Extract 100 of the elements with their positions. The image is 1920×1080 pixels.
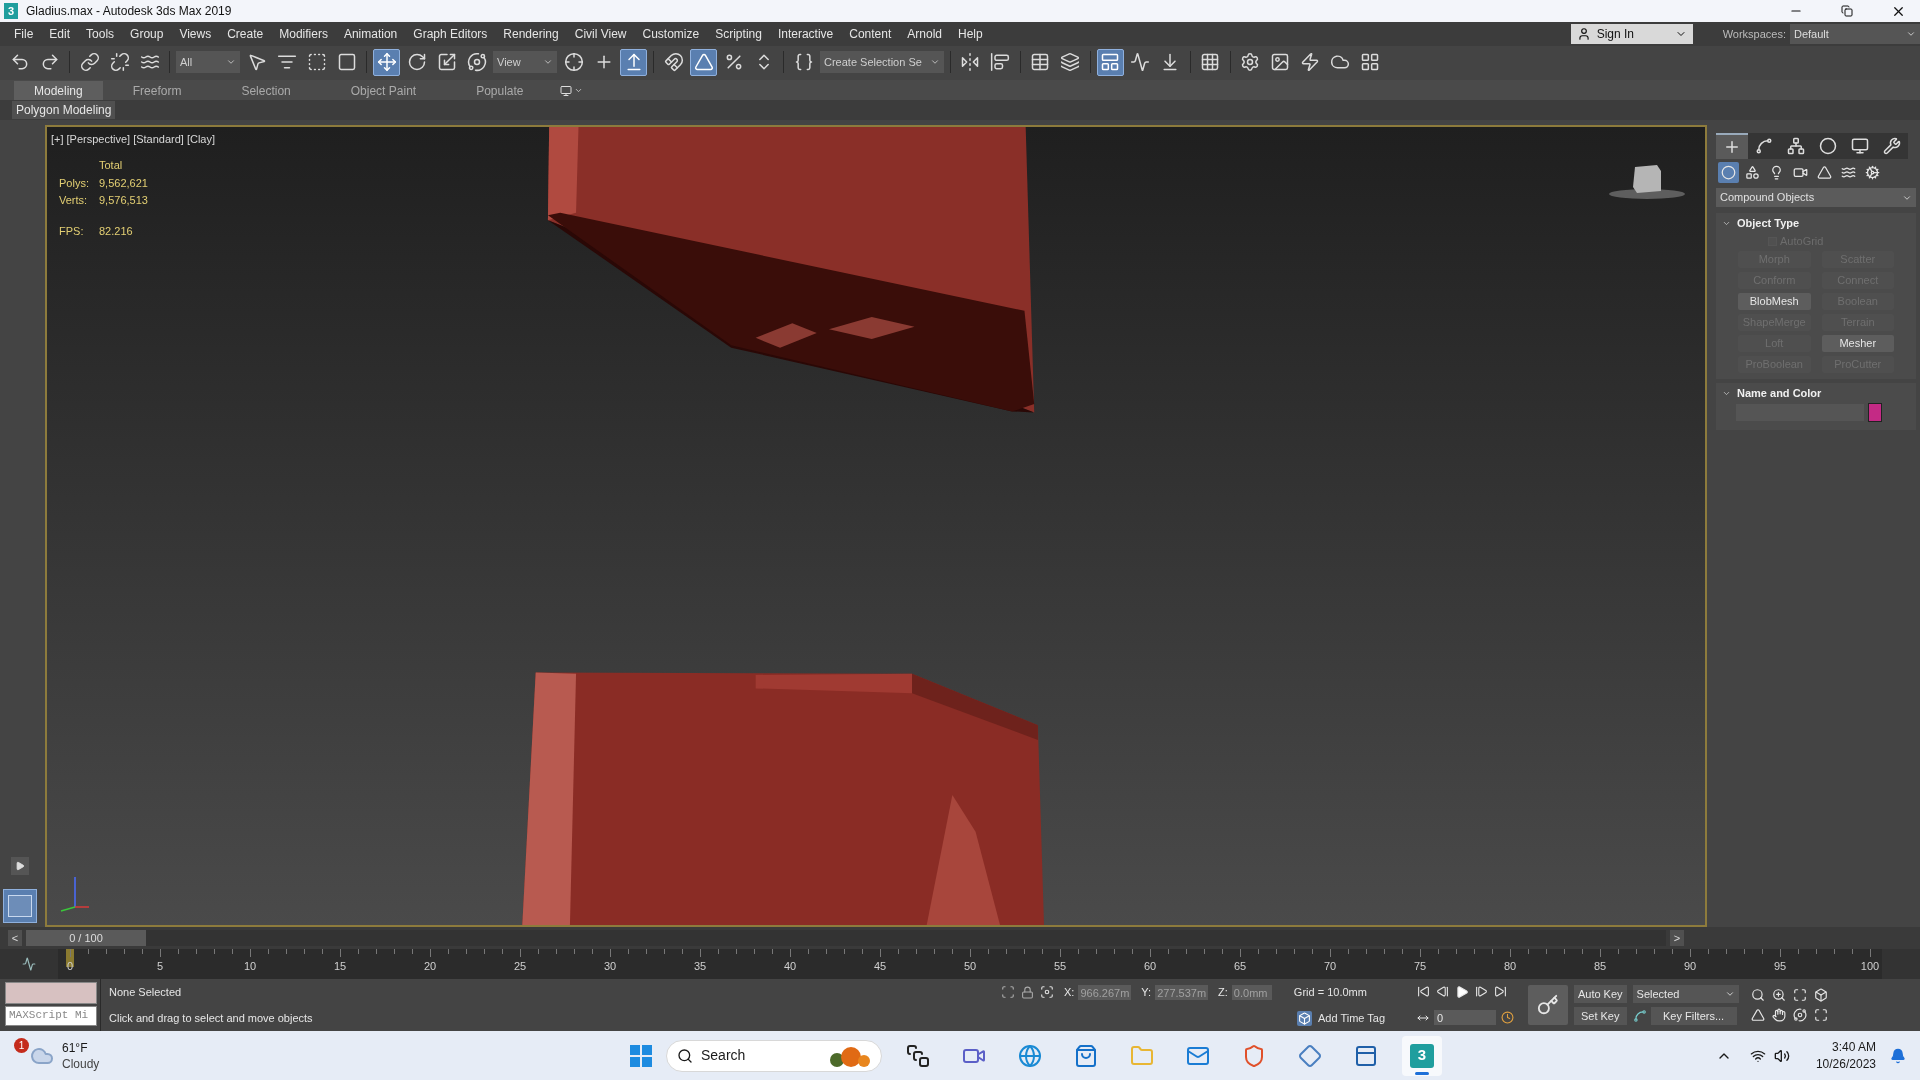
menu-item[interactable]: Arnold: [899, 25, 950, 43]
set-key-big-button[interactable]: [1527, 985, 1568, 1025]
viewport-label[interactable]: [Perspective]: [66, 131, 131, 148]
rotate-icon: [406, 52, 427, 72]
time-slider-thumb[interactable]: 0 / 100: [26, 930, 146, 946]
sign-in-button[interactable]: Sign In: [1570, 24, 1693, 44]
ribbon-tab[interactable]: Populate: [446, 81, 554, 100]
stat-label: Polys:: [59, 175, 90, 191]
go-to-end-icon[interactable]: [1493, 985, 1507, 999]
object-type-button[interactable]: Mesher: [1821, 335, 1894, 352]
menu-item[interactable]: Help: [949, 25, 991, 43]
taskbar-app[interactable]: 3: [1402, 1035, 1442, 1076]
cogs-icon: [1865, 165, 1880, 180]
pan-icon[interactable]: [1771, 1008, 1786, 1022]
viewport-label[interactable]: [+]: [51, 131, 64, 148]
menu-item[interactable]: Customize: [634, 25, 708, 43]
set-key-button[interactable]: Set Key: [1573, 1007, 1627, 1025]
zoom-icon[interactable]: [1750, 988, 1765, 1002]
menu-item[interactable]: Tools: [78, 25, 123, 43]
toolbar-button[interactable]: [373, 48, 400, 76]
toolbar-dropdown[interactable]: View: [493, 51, 557, 73]
settings-icon: [1240, 52, 1261, 72]
previous-frame-button[interactable]: <: [8, 930, 22, 946]
menu-item[interactable]: Content: [841, 25, 900, 43]
menu-item[interactable]: Interactive: [769, 25, 842, 43]
auto-key-button[interactable]: Auto Key: [1573, 985, 1627, 1003]
key-mode-dropdown[interactable]: Selected: [1632, 985, 1739, 1003]
search-box[interactable]: Search: [666, 1039, 882, 1072]
maximize-viewport-icon[interactable]: [1813, 1008, 1828, 1022]
coord-label: Y:: [1141, 984, 1152, 1000]
shield-icon: [1242, 1043, 1266, 1068]
color-swatch[interactable]: [1868, 403, 1882, 422]
time-config-icon[interactable]: [1500, 1011, 1514, 1025]
listener-field[interactable]: [5, 982, 97, 1004]
menu-item[interactable]: Group: [122, 25, 172, 43]
toolbar-button[interactable]: [1096, 48, 1124, 76]
frame-field[interactable]: 0: [1433, 1010, 1496, 1026]
menu-item[interactable]: Scripting: [707, 25, 770, 43]
window-icon: [1354, 1043, 1378, 1068]
key-filters-button[interactable]: Key Filters...: [1650, 1007, 1737, 1025]
toolbar-dropdown[interactable]: All: [176, 51, 240, 73]
go-to-start-icon[interactable]: [1416, 985, 1430, 999]
windows-start-icon[interactable]: [630, 1044, 652, 1067]
table-icon: [1030, 52, 1051, 72]
ribbon-options-icon[interactable]: [559, 84, 572, 97]
toolbar-dropdown[interactable]: Create Selection Se: [820, 51, 944, 73]
viewport-label[interactable]: [Standard]: [133, 131, 184, 148]
menu-item[interactable]: File: [6, 25, 42, 43]
caret-icon: [1724, 989, 1735, 999]
menu-item[interactable]: Modifiers: [271, 25, 336, 43]
object-type-button[interactable]: BlobMesh: [1738, 293, 1811, 310]
next-frame-icon[interactable]: [1474, 985, 1488, 999]
expand-button[interactable]: [11, 857, 29, 875]
curve-editor-icon[interactable]: [22, 957, 36, 971]
ribbon-tab[interactable]: Selection: [211, 81, 321, 100]
list-icon: [276, 52, 297, 72]
toolbar-button[interactable]: [690, 48, 717, 76]
next-frame-button[interactable]: >: [1670, 930, 1684, 946]
link-icon: [79, 52, 100, 72]
viewport-layout-button[interactable]: [3, 889, 37, 923]
restore-icon[interactable]: [1841, 5, 1853, 17]
curve-icon: [1755, 137, 1773, 155]
volume-icon[interactable]: [1773, 1047, 1790, 1064]
tick-label: 55: [1053, 959, 1067, 973]
isolate-icon[interactable]: [1001, 985, 1015, 999]
menu-item[interactable]: Civil View: [566, 25, 635, 43]
menu-item[interactable]: Views: [171, 25, 220, 43]
command-tab[interactable]: [1876, 133, 1908, 159]
caret-icon: [929, 57, 940, 67]
category-button[interactable]: [1718, 162, 1739, 183]
ribbon-panel-tab[interactable]: Polygon Modeling: [12, 101, 116, 119]
previous-frame-icon[interactable]: [1435, 985, 1449, 999]
menu-item[interactable]: Rendering: [495, 25, 567, 43]
command-tab[interactable]: [1748, 133, 1780, 159]
viewport-label[interactable]: [Clay]: [186, 131, 216, 148]
ribbon-tab[interactable]: Freeform: [102, 81, 212, 100]
transform-mode-icon[interactable]: [1040, 985, 1054, 999]
ribbon-tab[interactable]: Modeling: [14, 81, 103, 100]
category-dropdown[interactable]: Compound Objects: [1716, 188, 1916, 207]
workspaces-dropdown[interactable]: Default: [1790, 24, 1920, 44]
menu-item[interactable]: Create: [219, 25, 272, 43]
clock-date: 10/26/2023: [1815, 1055, 1876, 1073]
orbit-icon[interactable]: [1792, 1008, 1807, 1022]
zoom-extents-all-icon[interactable]: [1813, 988, 1828, 1002]
toolbar-button[interactable]: [620, 48, 647, 76]
menu-item[interactable]: Edit: [41, 25, 79, 43]
notifications-icon[interactable]: [1890, 1047, 1906, 1064]
tick-label: 45: [873, 959, 887, 973]
zoom-extents-icon[interactable]: [1792, 988, 1807, 1002]
play-icon[interactable]: [1454, 984, 1469, 999]
lock-icon[interactable]: [1021, 985, 1034, 999]
ribbon-tab[interactable]: Object Paint: [320, 81, 447, 100]
field-of-view-icon[interactable]: [1750, 1008, 1765, 1022]
key-tangent-icon[interactable]: [1632, 1009, 1647, 1023]
time-tag-icon[interactable]: [1297, 1010, 1312, 1026]
maxscript-field[interactable]: MAXScript Mi: [5, 1006, 97, 1026]
menu-item[interactable]: Graph Editors: [405, 25, 496, 43]
menu-item[interactable]: Animation: [335, 25, 406, 43]
zoom-all-icon[interactable]: [1771, 988, 1786, 1002]
waves-icon: [139, 52, 160, 72]
